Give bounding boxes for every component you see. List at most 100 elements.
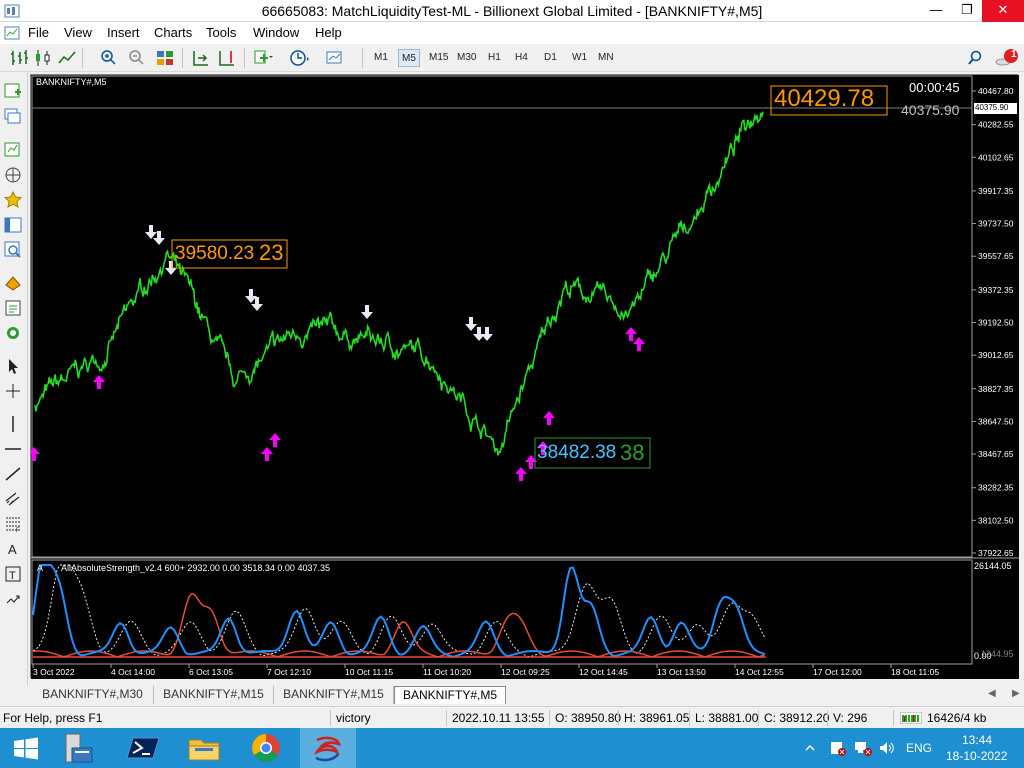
- timeframe-h4-button[interactable]: H4: [512, 49, 531, 67]
- menu-charts[interactable]: Charts: [154, 25, 192, 40]
- channel-tool-icon[interactable]: [3, 489, 23, 509]
- price-tick-label: 40467.80: [978, 86, 1014, 96]
- show-hidden-icons-icon[interactable]: [804, 742, 816, 754]
- indicator-prefix: A: [37, 563, 44, 573]
- menu-insert[interactable]: Insert: [107, 25, 140, 40]
- tab-banknifty-m15[interactable]: BANKNIFTY#,M15: [154, 686, 274, 704]
- tile-windows-icon[interactable]: [154, 48, 176, 68]
- price-tick-label: 39917.35: [978, 186, 1014, 196]
- clock-date[interactable]: 18-10-2022: [946, 749, 1007, 763]
- tab-banknifty-m15-2[interactable]: BANKNIFTY#,M15: [274, 686, 394, 704]
- bar-timer: 00:00:45: [909, 80, 960, 95]
- tab-scroll-left-icon[interactable]: ◀: [988, 688, 996, 699]
- price-tick-label: 38467.65: [978, 449, 1014, 459]
- price-chart[interactable]: 40467.80 40282.55 40102.65 39917.35 39737.50…: [31, 75, 1019, 679]
- volume-icon[interactable]: [878, 740, 894, 756]
- market-watch-icon[interactable]: [3, 140, 23, 160]
- time-tick-label: 6 Oct 13:05: [189, 667, 233, 677]
- candlestick-icon[interactable]: [32, 48, 54, 68]
- input-language[interactable]: ENG: [906, 741, 932, 755]
- crosshair-tool-icon[interactable]: [3, 381, 23, 401]
- bid-label: 40375.90: [901, 102, 960, 118]
- arrows-tool-icon[interactable]: [3, 589, 23, 609]
- clock-time[interactable]: 13:44: [962, 733, 992, 747]
- time-tick-label: 4 Oct 14:00: [111, 667, 155, 677]
- price-tick-label: 38102.50: [978, 515, 1014, 525]
- terminal-icon[interactable]: [3, 215, 23, 235]
- text-tool-icon[interactable]: A: [3, 539, 23, 559]
- tab-banknifty-m5[interactable]: BANKNIFTY#,M5: [394, 686, 506, 704]
- zoom-in-icon[interactable]: [98, 48, 120, 68]
- fibonacci-tool-icon[interactable]: F: [3, 514, 23, 534]
- low-price-box: 38482.38: [537, 442, 617, 463]
- connection-bars-icon: [900, 712, 922, 724]
- signal-icon[interactable]: [3, 323, 23, 343]
- time-tick-label: 17 Oct 12:00: [813, 667, 862, 677]
- menu-window[interactable]: Window: [253, 25, 299, 40]
- menu-view[interactable]: View: [64, 25, 92, 40]
- orders-icon[interactable]: [3, 273, 23, 293]
- timeframe-m1-button[interactable]: M1: [371, 49, 391, 67]
- menu-tools[interactable]: Tools: [206, 25, 236, 40]
- price-tick-label: 38282.35: [978, 483, 1014, 493]
- timeframe-mn-button[interactable]: MN: [595, 49, 617, 67]
- price-tick-label: 39737.50: [978, 219, 1014, 229]
- chart-symbol-label: BANKNIFTY#,M5: [36, 77, 107, 87]
- auto-scroll-icon[interactable]: [190, 48, 212, 68]
- time-tick-label: 3 Oct 2022: [33, 667, 75, 677]
- vertical-line-tool-icon[interactable]: [3, 414, 23, 434]
- periods-clock-icon[interactable]: [288, 48, 310, 68]
- templates-icon[interactable]: [324, 48, 346, 68]
- chart-window[interactable]: 40467.80 40282.55 40102.65 39917.35 39737.50…: [30, 74, 1019, 679]
- price-tick-label: 38827.35: [978, 384, 1014, 394]
- trading-terminal-icon[interactable]: [302, 728, 354, 768]
- search-icon[interactable]: [966, 48, 984, 68]
- menu-file[interactable]: File: [28, 25, 49, 40]
- tab-banknifty-m30[interactable]: BANKNIFTY#,M30: [32, 686, 154, 704]
- menu-help[interactable]: Help: [315, 25, 342, 40]
- chart-window-icon[interactable]: [4, 25, 20, 41]
- chart-shift-icon[interactable]: [216, 48, 238, 68]
- line-chart-icon[interactable]: [56, 48, 78, 68]
- status-bar: For Help, press F1 victory 2022.10.11 13…: [0, 706, 1024, 728]
- start-windows-icon[interactable]: [0, 728, 52, 768]
- toolbar: M1 M5 M15 M30 H1 H4 D1 W1 MN 1: [0, 44, 1024, 72]
- timeframe-m15-button[interactable]: M15: [426, 49, 451, 67]
- chrome-icon[interactable]: [240, 728, 292, 768]
- indicator-max: 26144.05: [974, 561, 1012, 571]
- timeframe-w1-button[interactable]: W1: [569, 49, 590, 67]
- time-tick-label: 18 Oct 11:05: [891, 667, 939, 677]
- action-center-icon[interactable]: [830, 740, 846, 756]
- history-icon[interactable]: [3, 298, 23, 318]
- horizontal-line-tool-icon[interactable]: [3, 439, 23, 459]
- minimize-button[interactable]: —: [920, 0, 952, 22]
- new-chart-icon[interactable]: [3, 81, 23, 101]
- strategy-tester-icon[interactable]: [3, 240, 23, 260]
- cursor-tool-icon[interactable]: [3, 356, 23, 376]
- text-label-tool-icon[interactable]: T: [3, 564, 23, 584]
- indicators-icon[interactable]: [252, 48, 274, 68]
- maximize-button[interactable]: ❐: [952, 0, 982, 22]
- navigator-icon[interactable]: [3, 165, 23, 185]
- zoom-out-icon[interactable]: [126, 48, 148, 68]
- timeframe-d1-button[interactable]: D1: [541, 49, 560, 67]
- time-tick-label: 11 Oct 10:20: [423, 667, 471, 677]
- bar-chart-icon[interactable]: [8, 48, 30, 68]
- tab-scroll-right-icon[interactable]: ▶: [1012, 688, 1020, 699]
- price-tick-label: 39372.35: [978, 285, 1014, 295]
- timeframe-m30-button[interactable]: M30: [454, 49, 479, 67]
- favorites-icon[interactable]: [3, 190, 23, 210]
- svg-text:A: A: [8, 542, 17, 557]
- profiles-icon[interactable]: [3, 107, 23, 127]
- close-button[interactable]: ✕: [982, 0, 1024, 22]
- timeframe-h1-button[interactable]: H1: [485, 49, 504, 67]
- timeframe-m5-button[interactable]: M5: [398, 49, 420, 67]
- trendline-tool-icon[interactable]: [3, 464, 23, 484]
- current-price-tag: 40375.90: [975, 103, 1009, 112]
- network-icon[interactable]: [854, 740, 872, 756]
- indicator-label: AllAbsoluteStrength_v2.4 600+ 2932.00 0.…: [61, 563, 330, 573]
- powershell-icon[interactable]: [118, 728, 170, 768]
- server-manager-icon[interactable]: [52, 728, 104, 768]
- file-explorer-icon[interactable]: [178, 728, 230, 768]
- profile-name: victory: [336, 711, 371, 725]
